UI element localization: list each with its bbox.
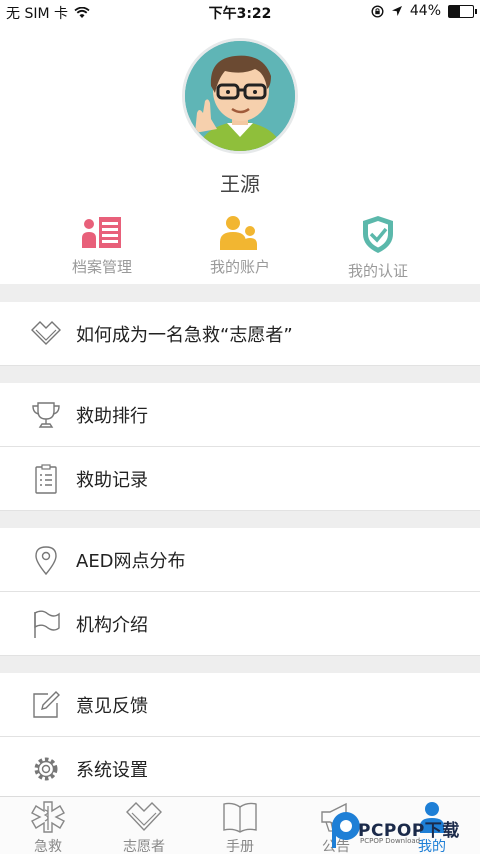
records-icon xyxy=(82,217,121,248)
shortcut-records[interactable]: 档案管理 xyxy=(42,214,162,277)
battery-percent: 44% xyxy=(409,3,441,19)
location-pin-icon xyxy=(35,546,57,576)
flag-icon xyxy=(34,610,60,638)
menu-item-volunteer[interactable]: 如何成为一名急救“志愿者” xyxy=(0,302,480,366)
edit-icon xyxy=(33,691,60,718)
rotation-lock-icon xyxy=(371,4,384,18)
shortcut-records-label: 档案管理 xyxy=(71,258,132,276)
status-bar: 无 SIM 卡 下午3:22 44% xyxy=(0,0,480,24)
shortcut-certification[interactable]: 我的认证 xyxy=(318,214,438,281)
account-icon xyxy=(220,216,257,250)
menu-item-records[interactable]: 救助记录 xyxy=(0,447,480,511)
shortcut-row: 档案管理 我的账户 我的认证 xyxy=(0,214,480,284)
tab-volunteer-label: 志愿者 xyxy=(123,839,165,855)
avatar-illustration xyxy=(185,41,295,151)
tab-handbook[interactable]: 手册 xyxy=(192,797,288,856)
shortcut-account[interactable]: 我的账户 xyxy=(180,214,300,277)
menu-item-settings-label: 系统设置 xyxy=(76,760,148,781)
shortcut-certification-label: 我的认证 xyxy=(347,262,408,280)
tab-volunteer[interactable]: 志愿者 xyxy=(96,797,192,856)
book-icon xyxy=(223,802,257,833)
section-divider xyxy=(0,656,480,673)
first-aid-icon xyxy=(31,801,65,833)
shortcut-account-label: 我的账户 xyxy=(209,258,270,276)
battery-fill xyxy=(449,5,460,17)
menu-item-aed[interactable]: AED网点分布 xyxy=(0,528,480,592)
battery-icon xyxy=(448,4,477,18)
gear-icon xyxy=(34,757,58,781)
section-divider xyxy=(0,366,480,383)
location-arrow-icon xyxy=(391,6,402,16)
profile-header: 王源 xyxy=(0,38,480,197)
trophy-icon xyxy=(32,402,60,428)
menu-item-ranking-label: 救助排行 xyxy=(76,406,148,427)
avatar[interactable] xyxy=(182,38,298,154)
menu-item-organization-label: 机构介绍 xyxy=(76,615,148,636)
menu-item-ranking[interactable]: 救助排行 xyxy=(0,383,480,447)
menu-item-organization[interactable]: 机构介绍 xyxy=(0,592,480,656)
menu-item-feedback[interactable]: 意见反馈 xyxy=(0,673,480,737)
section-divider xyxy=(0,511,480,528)
volunteer-heart-icon xyxy=(31,321,61,345)
section-divider xyxy=(0,284,480,302)
watermark-subtext: PCPOP Download xyxy=(360,837,421,845)
menu-item-feedback-label: 意见反馈 xyxy=(76,696,148,717)
tab-handbook-label: 手册 xyxy=(226,839,254,855)
tab-first-aid-label: 急救 xyxy=(34,839,62,855)
watermark: PCPOP下载 PCPOP Download xyxy=(330,808,480,853)
menu-item-volunteer-label: 如何成为一名急救“志愿者” xyxy=(76,325,293,346)
menu-item-records-label: 救助记录 xyxy=(76,470,148,491)
clipboard-icon xyxy=(35,464,57,494)
tab-first-aid[interactable]: 急救 xyxy=(0,797,96,856)
shield-check-icon xyxy=(363,216,393,253)
volunteer-heart-icon xyxy=(126,802,162,832)
menu-item-aed-label: AED网点分布 xyxy=(76,551,186,572)
menu-item-settings[interactable]: 系统设置 xyxy=(0,737,480,801)
username: 王源 xyxy=(220,172,260,196)
